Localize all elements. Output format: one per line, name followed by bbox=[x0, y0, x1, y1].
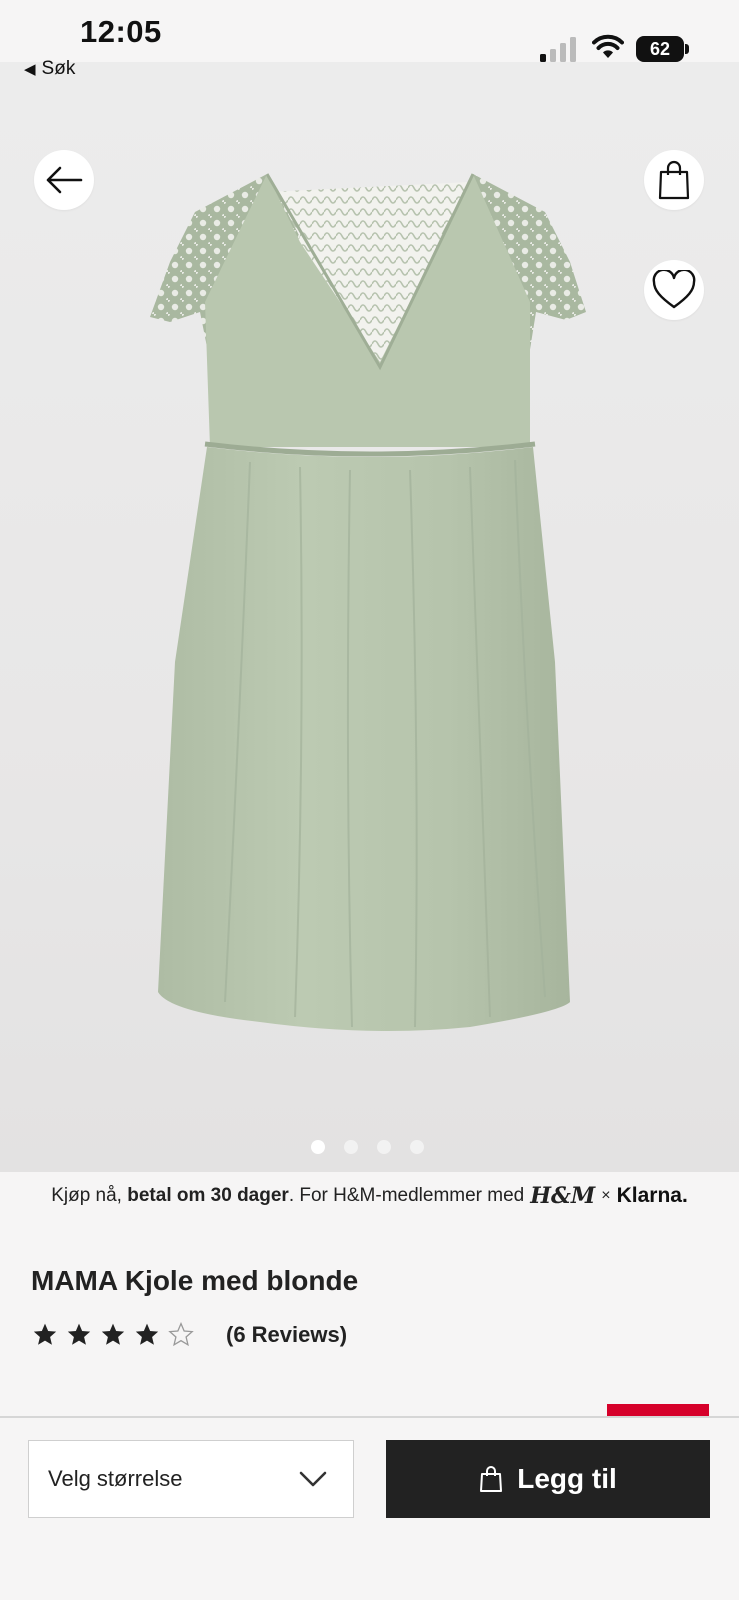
back-to-app-link[interactable]: ◀ Søk bbox=[24, 58, 75, 80]
pagination-dot[interactable] bbox=[377, 1140, 391, 1154]
favorite-button[interactable] bbox=[644, 260, 704, 320]
promo-suffix: . For H&M-medlemmer med bbox=[288, 1185, 525, 1206]
reviews-link[interactable]: (6 Reviews) bbox=[226, 1322, 347, 1348]
pagination-dot[interactable] bbox=[410, 1140, 424, 1154]
status-bar: 12:05 62 bbox=[0, 0, 739, 62]
gallery-pagination[interactable] bbox=[311, 1140, 424, 1154]
hm-logo: H&M bbox=[530, 1183, 596, 1209]
sale-tag bbox=[607, 1404, 709, 1416]
battery-icon: 62 bbox=[636, 36, 690, 62]
back-button[interactable] bbox=[34, 150, 94, 210]
product-image bbox=[150, 173, 586, 1031]
promo-bold-text: betal om 30 dager bbox=[127, 1185, 289, 1206]
bottom-action-bar: Velg størrelse Legg til bbox=[0, 1416, 739, 1600]
heart-icon bbox=[652, 270, 696, 309]
klarna-logo: Klarna. bbox=[616, 1184, 688, 1207]
klarna-promo-banner[interactable]: Kjøp nå, betal om 30 dager . For H&M-med… bbox=[0, 1172, 739, 1220]
product-title: MAMA Kjole med blonde bbox=[31, 1265, 359, 1296]
add-to-cart-button[interactable]: Legg til bbox=[386, 1440, 710, 1518]
size-select-label: Velg størrelse bbox=[48, 1466, 183, 1491]
size-select[interactable]: Velg størrelse bbox=[28, 1440, 354, 1518]
shopping-bag-icon bbox=[658, 160, 690, 200]
cellular-signal-icon bbox=[540, 37, 576, 62]
arrow-left-icon bbox=[46, 166, 83, 194]
add-to-cart-label: Legg til bbox=[517, 1463, 617, 1494]
battery-level: 62 bbox=[636, 36, 684, 62]
back-to-app-label: Søk bbox=[41, 58, 76, 79]
star-empty-icon bbox=[168, 1322, 194, 1347]
star-filled-icon bbox=[101, 1323, 125, 1345]
promo-prefix: Kjøp nå, bbox=[51, 1185, 128, 1206]
star-filled-icon bbox=[67, 1323, 91, 1345]
shopping-bag-icon bbox=[480, 1466, 503, 1492]
product-image-gallery[interactable] bbox=[0, 62, 739, 1172]
times-symbol: × bbox=[601, 1187, 611, 1204]
back-triangle-icon: ◀ bbox=[24, 61, 36, 78]
wifi-icon bbox=[592, 34, 624, 58]
star-filled-icon bbox=[33, 1323, 57, 1345]
chevron-down-icon bbox=[299, 1471, 327, 1487]
pagination-dot[interactable] bbox=[311, 1140, 325, 1154]
star-filled-icon bbox=[135, 1323, 159, 1345]
status-time: 12:05 bbox=[80, 14, 162, 49]
product-rating[interactable]: (6 Reviews) bbox=[32, 1322, 347, 1348]
shopping-bag-button[interactable] bbox=[644, 150, 704, 210]
pagination-dot[interactable] bbox=[344, 1140, 358, 1154]
